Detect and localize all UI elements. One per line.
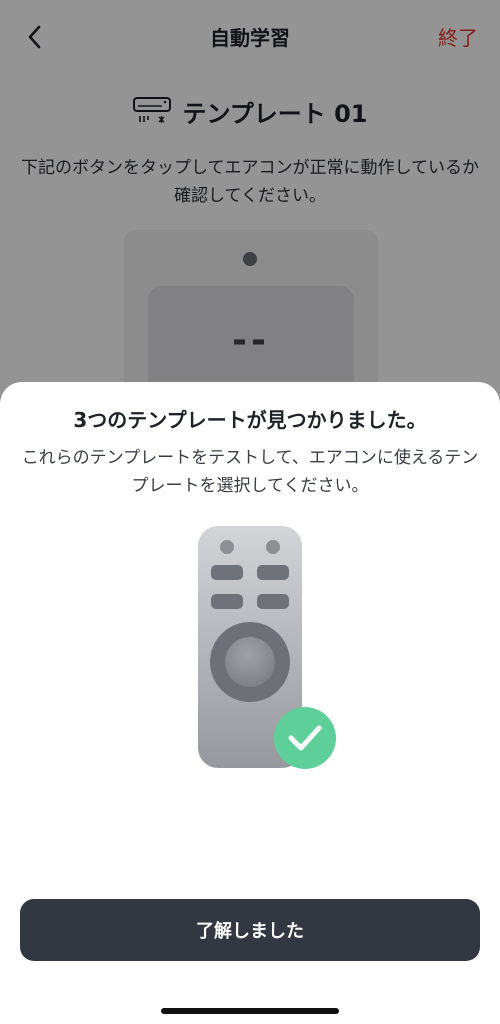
home-indicator bbox=[161, 1008, 339, 1014]
sheet-title: 3つのテンプレートが見つかりました。 bbox=[73, 408, 427, 432]
confirm-button[interactable]: 了解しました bbox=[20, 899, 480, 961]
remote-control-illustration bbox=[198, 526, 336, 769]
bottom-sheet: 3つのテンプレートが見つかりました。 これらのテンプレートをテストして、エアコン… bbox=[0, 382, 500, 1024]
sheet-description: これらのテンプレートをテストして、エアコンに使えるテンプレートを選択してください… bbox=[21, 448, 479, 496]
checkmark-icon bbox=[274, 707, 336, 769]
